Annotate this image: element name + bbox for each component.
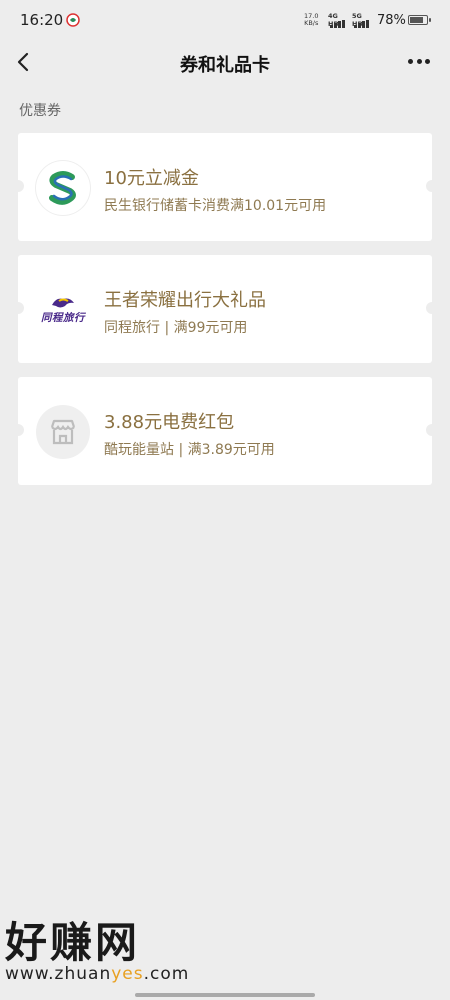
page-title: 券和礼品卡 — [180, 55, 270, 76]
nav-bar: 券和礼品卡 — [0, 40, 450, 86]
coupon-card-electricity[interactable]: 3.88元电费红包 酷玩能量站 | 满3.89元可用 — [12, 377, 438, 485]
watermark-url: www.zhuanyes.com — [5, 964, 189, 984]
section-title: 优惠券 — [19, 103, 61, 119]
signal-4g-icon: 4G HD — [328, 12, 350, 28]
coupon-title: 3.88元电费红包 — [104, 412, 235, 433]
watermark-url-prefix: www.zhuan — [5, 964, 112, 984]
more-dot-icon — [425, 59, 430, 64]
coupon-card-minsheng[interactable]: 10元立减金 民生银行储蓄卡消费满10.01元可用 — [12, 133, 438, 241]
tongcheng-travel-logo-icon: 同程旅行 — [36, 283, 90, 337]
coupon-card-tongcheng[interactable]: 同程旅行 王者荣耀出行大礼品 同程旅行 | 满99元可用 — [12, 255, 438, 363]
card-notch — [426, 302, 438, 314]
tongcheng-logo-text: 同程旅行 — [41, 311, 85, 324]
card-notch — [426, 424, 438, 436]
minsheng-bank-logo-icon — [36, 161, 90, 215]
card-notch — [12, 302, 24, 314]
site-watermark: 好赚网 www.zhuanyes.com — [5, 918, 189, 985]
card-notch — [12, 180, 24, 192]
tongcheng-bird-icon — [52, 298, 74, 307]
signal-5g-icon: 5G HD — [352, 12, 374, 28]
card-notch — [12, 424, 24, 436]
net-speed: 17.0 KB/s — [304, 13, 318, 27]
coupon-subtitle: 同程旅行 | 满99元可用 — [104, 320, 248, 336]
more-dot-icon — [408, 59, 413, 64]
coupon-title: 10元立减金 — [104, 168, 199, 189]
watermark-url-highlight: yes — [111, 964, 144, 984]
status-bar: 16:20 17.0 KB/s 4G HD 5G HD 78% — [0, 0, 450, 40]
net-speed-unit: KB/s — [304, 19, 319, 27]
battery-percent: 78% — [377, 13, 406, 28]
app-notification-icon — [66, 13, 80, 27]
more-options-button[interactable] — [408, 59, 430, 65]
coupon-subtitle: 酷玩能量站 | 满3.89元可用 — [104, 442, 275, 458]
store-icon — [36, 405, 90, 459]
home-indicator[interactable] — [135, 993, 315, 997]
watermark-url-suffix: .com — [143, 964, 190, 984]
more-dot-icon — [416, 59, 422, 64]
battery-icon — [408, 15, 431, 25]
status-time: 16:20 — [20, 11, 64, 29]
card-notch — [426, 180, 438, 192]
watermark-title: 好赚网 — [5, 918, 141, 967]
coupon-title: 王者荣耀出行大礼品 — [104, 290, 266, 311]
coupon-subtitle: 民生银行储蓄卡消费满10.01元可用 — [104, 198, 327, 214]
